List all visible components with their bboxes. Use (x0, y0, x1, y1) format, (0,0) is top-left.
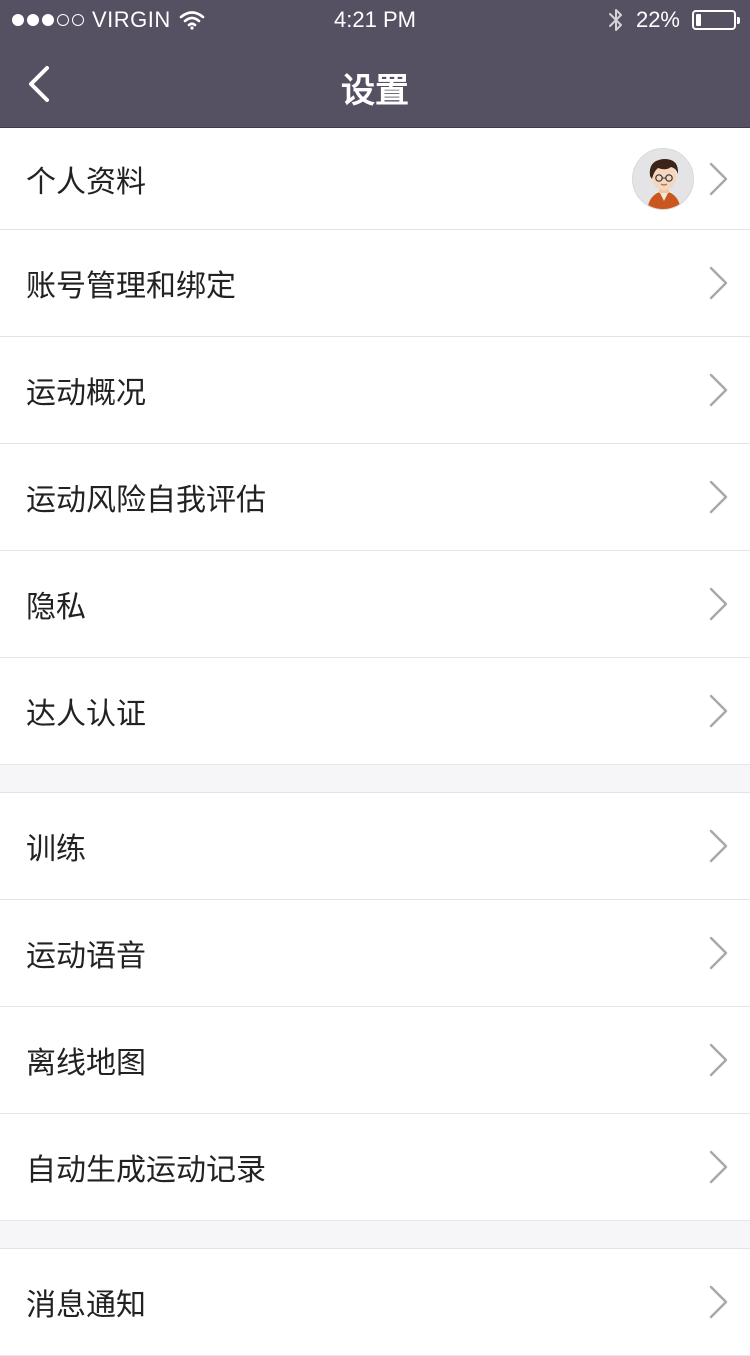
settings-row-expert-verification[interactable]: 达人认证 (0, 658, 750, 765)
settings-row-label: 账号管理和绑定 (26, 269, 236, 304)
page-title: 设置 (341, 71, 409, 111)
settings-row-label: 自动生成运动记录 (26, 1153, 266, 1188)
chevron-right-icon (709, 1150, 728, 1184)
settings-section-notifications: 消息通知 (0, 1249, 750, 1356)
battery-icon (692, 10, 740, 30)
settings-row-exercise-overview[interactable]: 运动概况 (0, 337, 750, 444)
settings-row-risk-assessment[interactable]: 运动风险自我评估 (0, 444, 750, 551)
settings-row-voice[interactable]: 运动语音 (0, 900, 750, 1007)
settings-list: 个人资料 账号管理和绑定 运动概况 运动风险自我评估 隐私 达人认证 训练 运动… (0, 128, 750, 1356)
status-right: 22% (608, 5, 740, 35)
settings-row-label: 个人资料 (26, 164, 146, 200)
settings-row-label: 运动风险自我评估 (26, 483, 266, 518)
chevron-right-icon (709, 266, 728, 300)
settings-section-account: 个人资料 账号管理和绑定 运动概况 运动风险自我评估 隐私 达人认证 (0, 128, 750, 765)
section-divider (0, 765, 750, 793)
chevron-right-icon (709, 1043, 728, 1077)
settings-row-privacy[interactable]: 隐私 (0, 551, 750, 658)
settings-row-auto-record[interactable]: 自动生成运动记录 (0, 1114, 750, 1221)
settings-row-notifications[interactable]: 消息通知 (0, 1249, 750, 1356)
settings-row-label: 达人认证 (26, 697, 146, 732)
chevron-right-icon (709, 587, 728, 621)
chevron-right-icon (709, 694, 728, 728)
settings-row-label: 运动概况 (26, 376, 146, 411)
bluetooth-icon (608, 9, 622, 31)
settings-row-label: 训练 (26, 832, 86, 867)
chevron-right-icon (709, 936, 728, 970)
navigation-bar: 设置 (0, 40, 750, 128)
settings-section-training: 训练 运动语音 离线地图 自动生成运动记录 (0, 793, 750, 1221)
chevron-right-icon (709, 829, 728, 863)
settings-row-profile[interactable]: 个人资料 (0, 128, 750, 230)
settings-row-offline-map[interactable]: 离线地图 (0, 1007, 750, 1114)
section-divider (0, 1221, 750, 1249)
chevron-right-icon (709, 162, 728, 195)
settings-row-label: 隐私 (26, 590, 86, 625)
settings-row-label: 运动语音 (26, 939, 146, 974)
battery-percent: 22% (635, 7, 680, 32)
settings-row-label: 消息通知 (26, 1288, 146, 1323)
chevron-right-icon (709, 373, 728, 407)
status-bar: VIRGIN 4:21 PM 22% (0, 0, 750, 40)
battery-tip (737, 17, 740, 24)
chevron-right-icon (709, 1285, 728, 1319)
settings-row-account-binding[interactable]: 账号管理和绑定 (0, 230, 750, 337)
settings-row-training[interactable]: 训练 (0, 793, 750, 900)
chevron-right-icon (709, 480, 728, 514)
settings-row-label: 离线地图 (26, 1046, 146, 1081)
avatar (632, 147, 694, 210)
battery-fill (696, 14, 701, 26)
